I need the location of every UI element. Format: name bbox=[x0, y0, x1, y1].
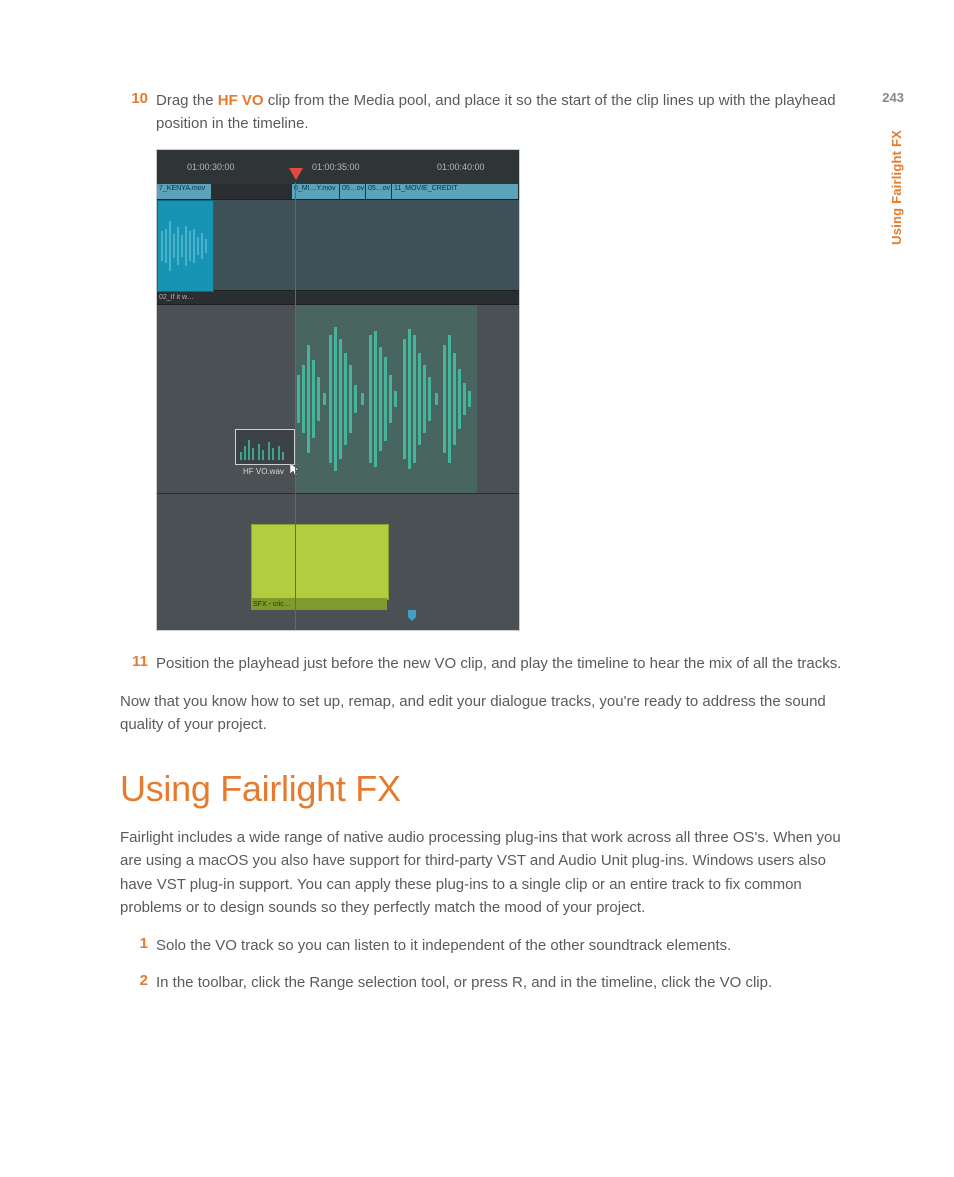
section-body-paragraph: Fairlight includes a wide range of nativ… bbox=[120, 826, 859, 919]
step-number: 2 bbox=[120, 972, 156, 995]
drag-preview-thumbnail bbox=[235, 429, 295, 465]
sfx-track-area: SFX - cric… bbox=[157, 493, 519, 631]
timeline-screenshot: 01:00:30:00 01:00:35:00 01:00:40:00 7_KE… bbox=[156, 149, 520, 631]
step-11: 11 Position the playhead just before the… bbox=[120, 653, 859, 676]
cursor-pointer-icon bbox=[290, 463, 302, 477]
drag-clip-label: HF VO.wav bbox=[243, 467, 284, 476]
vo-clip-waveform bbox=[295, 305, 477, 493]
vo-track-area: HF VO.wav bbox=[157, 305, 519, 493]
step-text: Solo the VO track so you can listen to i… bbox=[156, 935, 859, 958]
step-text: Position the playhead just before the ne… bbox=[156, 653, 859, 676]
step-number: 1 bbox=[120, 935, 156, 958]
video-clip: 7_KENYA.mov bbox=[157, 184, 212, 199]
audio-track-1 bbox=[157, 200, 519, 290]
step-text: In the toolbar, click the Range selectio… bbox=[156, 972, 859, 995]
section-heading: Using Fairlight FX bbox=[120, 768, 859, 810]
sfx-clip-label: SFX - cric… bbox=[251, 598, 387, 610]
playhead-line bbox=[295, 182, 296, 630]
timecode: 01:00:30:00 bbox=[187, 162, 235, 172]
fx-step-2: 2 In the toolbar, click the Range select… bbox=[120, 972, 859, 995]
timeline-ruler: 01:00:30:00 01:00:35:00 01:00:40:00 bbox=[157, 150, 519, 184]
clip-marker-icon bbox=[407, 609, 417, 621]
video-clip: 05…ov bbox=[366, 184, 392, 199]
step-text: Drag the HF VO clip from the Media pool,… bbox=[156, 90, 859, 135]
audio-clip-label: 02_If it w… bbox=[157, 290, 519, 305]
audio-clip bbox=[157, 200, 214, 292]
step-number: 11 bbox=[120, 653, 156, 676]
side-section-title: Using Fairlight FX bbox=[889, 130, 904, 245]
video-clip: 0_MI…Y.mov bbox=[292, 184, 340, 199]
timecode: 01:00:40:00 bbox=[437, 162, 485, 172]
fx-step-1: 1 Solo the VO track so you can listen to… bbox=[120, 935, 859, 958]
video-clip: 05…ov bbox=[340, 184, 366, 199]
step10-pre: Drag the bbox=[156, 92, 218, 109]
step-number: 10 bbox=[120, 90, 156, 135]
step10-highlight: HF VO bbox=[218, 92, 264, 109]
video-clip: 11_MOVIE_CREDIT bbox=[392, 184, 519, 199]
video-track-row: 7_KENYA.mov 0_MI…Y.mov 05…ov 05…ov 11_MO… bbox=[157, 184, 519, 200]
step-10: 10 Drag the HF VO clip from the Media po… bbox=[120, 90, 859, 135]
playhead-icon bbox=[289, 168, 303, 182]
page-number: 243 bbox=[882, 90, 904, 105]
sfx-clip bbox=[251, 524, 389, 600]
timecode: 01:00:35:00 bbox=[312, 162, 360, 172]
transition-paragraph: Now that you know how to set up, remap, … bbox=[120, 690, 859, 737]
